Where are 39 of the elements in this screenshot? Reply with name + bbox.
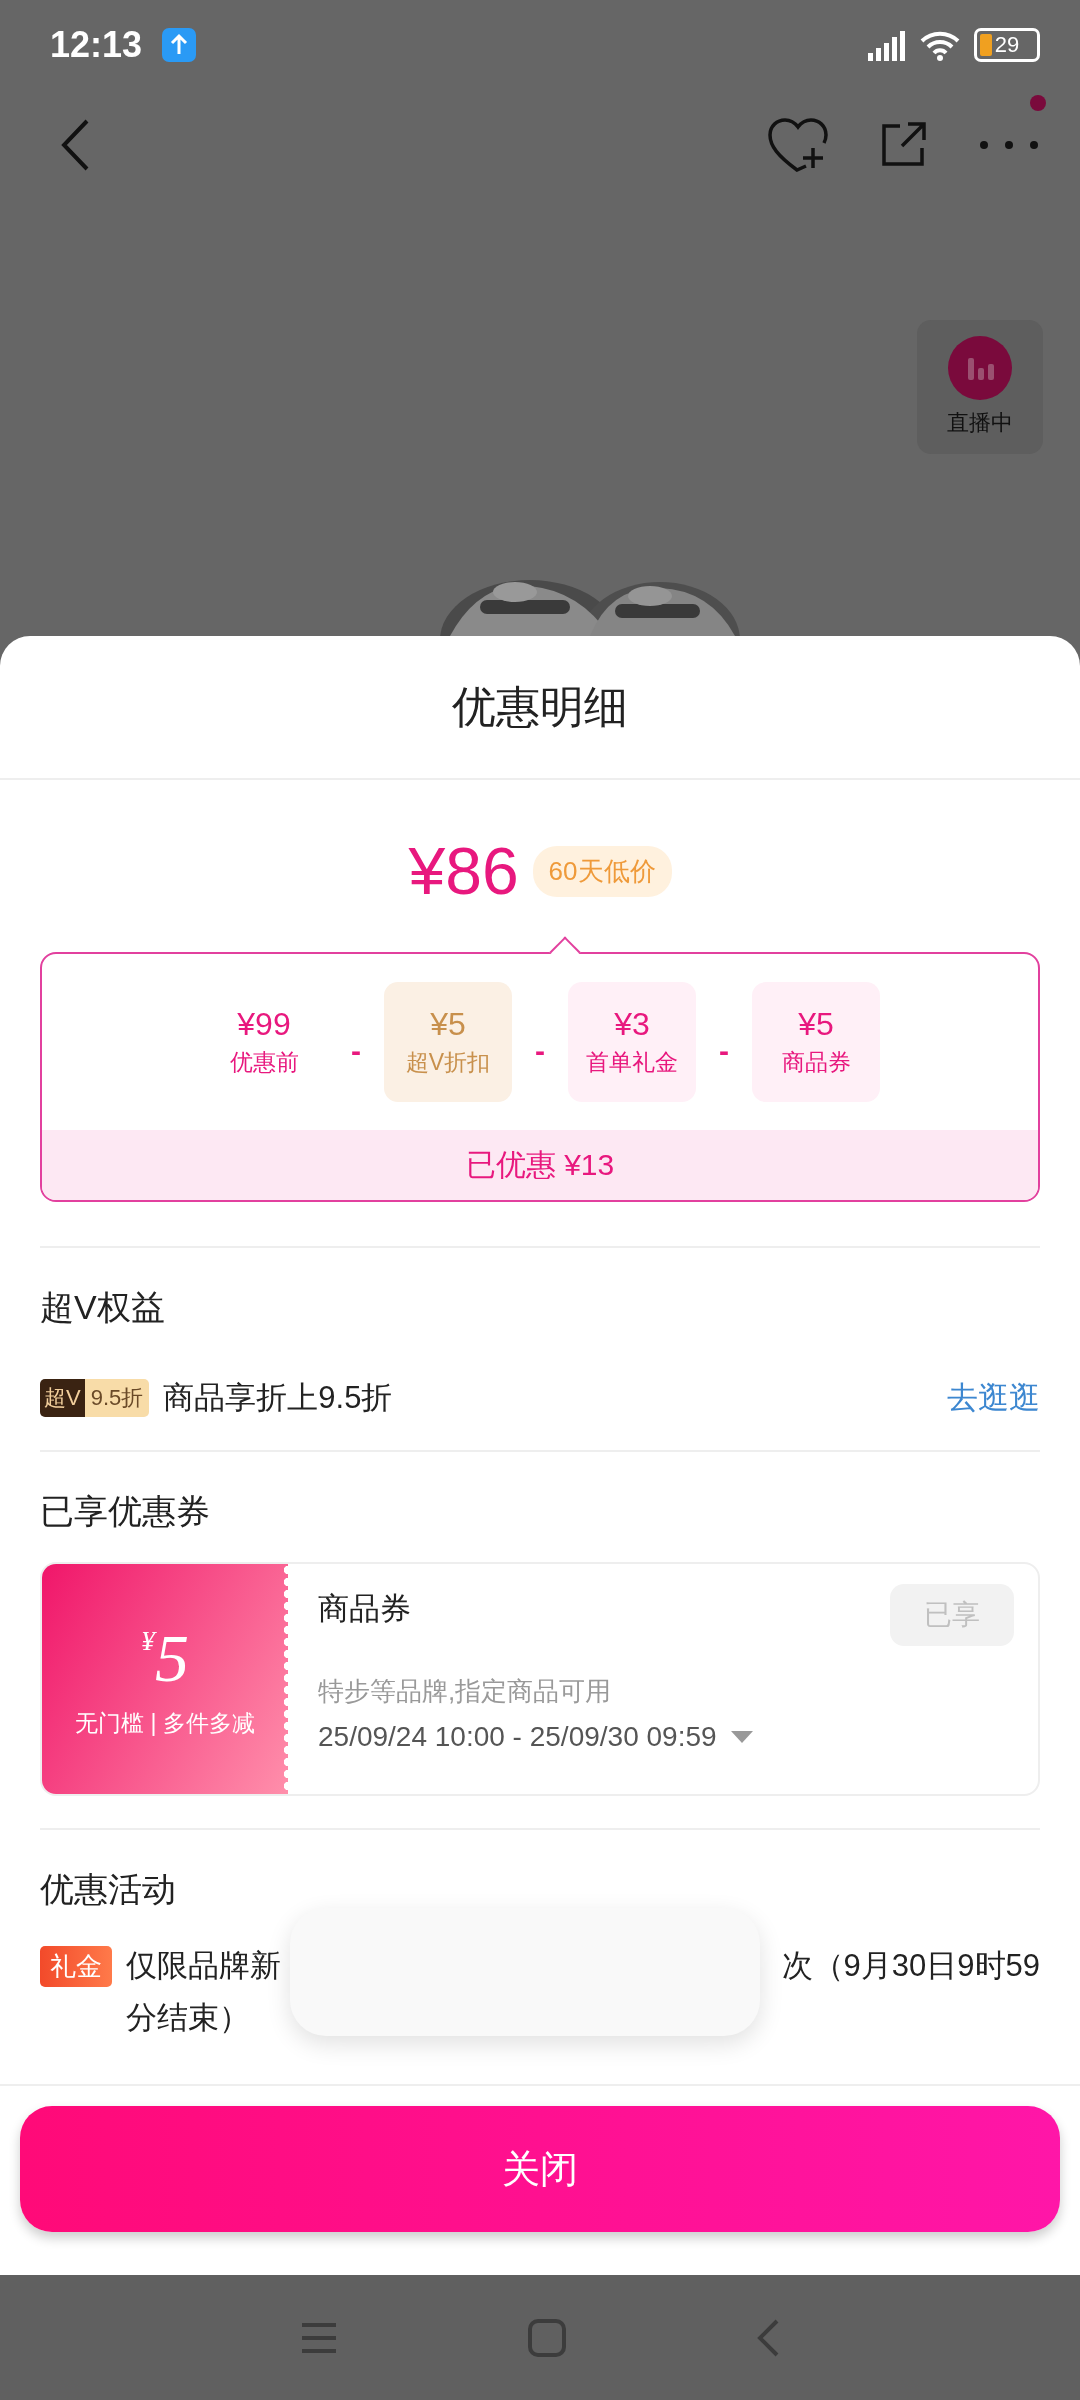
section-title: 已享优惠券 [40, 1491, 211, 1532]
live-icon [948, 336, 1012, 400]
discount-chip: ¥3 首单礼金 [568, 982, 696, 1102]
coupon-period: 25/09/24 10:00 - 25/09/30 09:59 [318, 1721, 717, 1753]
coupon-value: ¥5 [141, 1619, 189, 1698]
close-button[interactable]: 关闭 [20, 2106, 1060, 2232]
price-item: ¥99 优惠前 [228, 1005, 300, 1077]
sheet-title: 优惠明细 [0, 636, 1080, 780]
price-tag: 60天低价 [532, 845, 672, 897]
minus-sign: - [350, 1033, 362, 1068]
total-saved: 已优惠 ¥13 [42, 1130, 1038, 1200]
dropdown-icon[interactable] [730, 1731, 753, 1743]
coupon-condition: 无门槛 | 多件多减 [75, 1709, 255, 1738]
back-icon[interactable] [60, 119, 90, 171]
section-title: 超V权益 [40, 1287, 166, 1328]
home-icon[interactable] [528, 2318, 566, 2357]
back-icon[interactable] [756, 2318, 780, 2357]
wifi-icon [918, 29, 962, 61]
clock-time: 12:13 [50, 24, 143, 66]
activity-text: 分结束） [126, 1999, 251, 2037]
live-badge[interactable]: 直播中 [917, 320, 1043, 454]
gift-tag: 礼金 [40, 1946, 112, 1987]
share-icon[interactable] [880, 122, 926, 168]
upload-icon [162, 28, 197, 62]
coupon-scope: 特步等品牌,指定商品可用 [318, 1675, 613, 1708]
favorite-add-icon[interactable] [768, 118, 828, 172]
minus-sign: - [718, 1033, 730, 1068]
section-title: 优惠活动 [40, 1869, 177, 1910]
final-price: ¥86 [408, 833, 519, 909]
coupon-name: 商品券 [318, 1590, 411, 1628]
minus-sign: - [534, 1033, 546, 1068]
battery-icon: 29 [974, 28, 1040, 62]
discount-chip: ¥5 商品券 [752, 982, 880, 1102]
shop-link[interactable]: 去逛逛 [947, 1377, 1040, 1419]
activity-text: 次（9月30日9时59 [781, 1947, 1040, 1985]
activity-text: 仅限品牌新 [126, 1947, 281, 1985]
menu-icon[interactable] [300, 2320, 338, 2355]
benefit-text: 商品享折上9.5折 [163, 1379, 394, 1417]
discount-chip: ¥5 超V折扣 [384, 982, 512, 1102]
